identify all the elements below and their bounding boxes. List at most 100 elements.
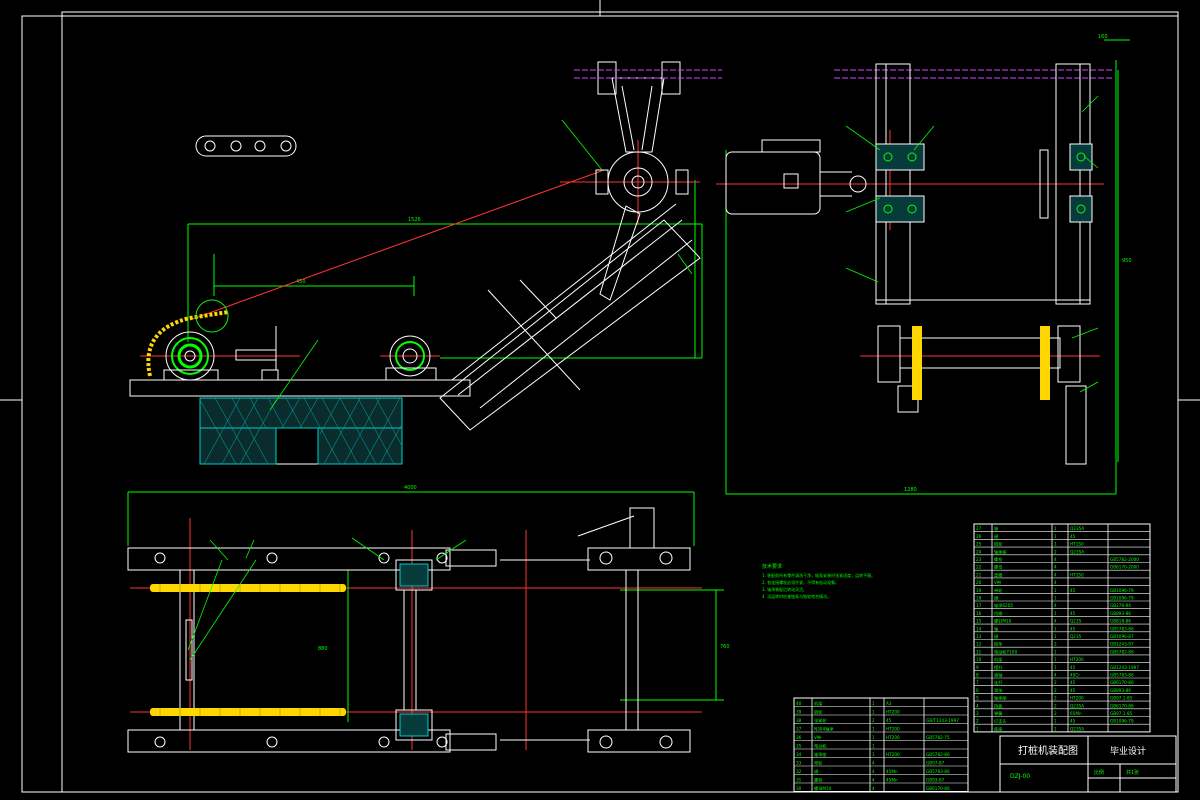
parts-cell: GB1096-79 (1110, 596, 1134, 601)
parts-cell: 4 (1054, 565, 1057, 570)
parts-cell: 2 (976, 719, 979, 724)
parts-cell: 打击头 (994, 718, 1007, 725)
parts-cell: 2 (1054, 642, 1057, 647)
parts-cell: 45 (1070, 611, 1076, 616)
parts-list: 27 轴 1 Q235A26 键 1 4525 链轮 1 HT15024 轴承座 2 Q235A23 螺栓… (793, 523, 1177, 793)
parts-cell: 24 (976, 549, 982, 554)
parts-cell: 轴 (994, 525, 998, 532)
parts-cell: 螺栓 (994, 556, 1003, 563)
parts-cell: 34 (796, 752, 802, 757)
parts-cell: HT200 (886, 735, 900, 740)
parts-cell: GB6170-86 (1110, 703, 1134, 708)
parts-cell: 螺母M10 (814, 785, 832, 792)
parts-cell: HT200 (1070, 657, 1084, 662)
parts-cell: 轴承6205 (994, 602, 1013, 609)
parts-cell: 轴承座 (814, 751, 827, 758)
parts-cell: N304轴承 (814, 726, 834, 733)
parts-cell: 2 (1054, 680, 1057, 685)
parts-cell: 36 (796, 735, 802, 740)
parts-cell: 45 (1070, 626, 1076, 631)
parts-cell: GB818-86 (1110, 619, 1131, 624)
side-view-dimensions (725, 39, 1130, 495)
parts-cell: 26 (976, 534, 982, 539)
parts-cell: 1 (872, 735, 875, 740)
parts-cell: GB5783-86 (926, 769, 950, 774)
parts-cell: 2 (872, 718, 875, 723)
parts-cell: 40Cr (1070, 673, 1080, 678)
parts-cell: GB1096-79 (1110, 588, 1134, 593)
parts-cell: 15 (976, 619, 982, 624)
notes-line-3: 3. 轴承装配后转动灵活。 (762, 586, 807, 592)
parts-cell: 挡圈 (994, 610, 1002, 617)
dim-width-top-left: 1526 (408, 217, 421, 223)
foundation-hatch (199, 397, 403, 465)
parts-cell: 1 (872, 727, 875, 732)
pendulum-arm (595, 61, 689, 301)
parts-cell: 带轮 (814, 760, 823, 767)
parts-cell: 1 (1054, 534, 1057, 539)
parts-cell: V带 (814, 735, 821, 741)
parts-cell: 2 (1054, 549, 1057, 554)
parts-cell: 2 (1054, 696, 1057, 701)
front-view-dimensions (187, 180, 703, 359)
parts-cell: 14 (976, 626, 982, 631)
dim-top-right-small: 160 (1098, 34, 1108, 40)
parts-cell: GB97-87 (926, 761, 945, 766)
parts-cell: 10 (976, 657, 982, 662)
dim-bottom-height-left: 880 (318, 646, 328, 652)
parts-cell: Q235A (1070, 549, 1084, 554)
parts-cell: 连杆 (994, 679, 1003, 686)
parts-cell: 1 (872, 752, 875, 757)
parts-cell: 销轴 (994, 672, 1002, 679)
parts-cell: 25 (976, 542, 982, 547)
parts-cell: 1 (1054, 611, 1057, 616)
notes-line-2: 2. 各连接螺栓必须拧紧，不得有松动现象。 (762, 579, 839, 585)
parts-cell: GB893-86 (1110, 611, 1131, 616)
parts-cell: 45 (1070, 680, 1076, 685)
parts-cell: 电动机Y100 (994, 648, 1017, 655)
parts-cell: 20 (976, 580, 982, 585)
parts-cell: 4 (976, 703, 979, 708)
parts-cell: 11 (976, 649, 982, 654)
phantom-rail (574, 69, 722, 79)
parts-cell: 6 (976, 688, 979, 693)
parts-cell: 45Mn (886, 778, 898, 783)
parts-cell: 轴承座 (994, 548, 1007, 555)
side-frame (875, 63, 1091, 465)
parts-cell: 7 (976, 680, 979, 685)
parts-cell: 1 (1054, 542, 1057, 547)
parts-cell: 张紧轮 (814, 717, 827, 724)
parts-cell: 1 (1054, 719, 1057, 724)
parts-cell: HT200 (886, 710, 900, 715)
parts-cell: 1 (1054, 626, 1057, 631)
parts-cell: 垫圈 (994, 571, 1002, 578)
parts-cell: 1 (1054, 665, 1057, 670)
parts-cell: 45 (886, 718, 892, 723)
parts-cell: GB276-94 (1110, 603, 1131, 608)
idler-sprocket (385, 335, 437, 381)
dim-width-bottom-total: 4000 (404, 485, 417, 491)
parts-cell: 4 (1054, 619, 1057, 624)
parts-cell: 16 (976, 611, 982, 616)
parts-cell: GB/T1243-1997 (926, 718, 959, 723)
parts-list-upper: 27 轴 1 Q235A26 键 1 4525 链轮 1 HT15024 轴承座 2 Q235A23 螺栓… (973, 523, 1151, 732)
parts-cell: 4 (1054, 603, 1057, 608)
plan-chains (150, 584, 346, 716)
parts-cell: 45 (1070, 534, 1076, 539)
parts-cell: Q235A (1070, 526, 1084, 531)
drawing-number: DZJ-00 (1010, 773, 1030, 780)
parts-cell: 键 (994, 633, 999, 640)
parts-cell: 2 (1054, 688, 1057, 693)
front-view: 1526 450 (129, 61, 722, 465)
parts-cell: 21 (976, 572, 982, 577)
parts-list-lower: 40 机架 1 A3 39 链轮 1 HT200 38 张紧轮 2 45 GB/T1243-1997 37… (793, 697, 969, 792)
drawing-title: 打桩机装配图 (1018, 744, 1078, 757)
parts-cell: 链轮 (994, 541, 1003, 548)
motor (725, 139, 867, 215)
notes-line-1: 1. 装配前所有零件清洗干净，链条安装时张紧适度，运转平稳。 (762, 572, 875, 578)
parts-cell: 33 (796, 761, 802, 766)
parts-cell: 机架 (994, 656, 1002, 663)
parts-cell: 1 (1054, 649, 1057, 654)
parts-cell: GB1096-79 (1110, 719, 1134, 724)
parts-cell: 挡板 (994, 702, 1003, 709)
